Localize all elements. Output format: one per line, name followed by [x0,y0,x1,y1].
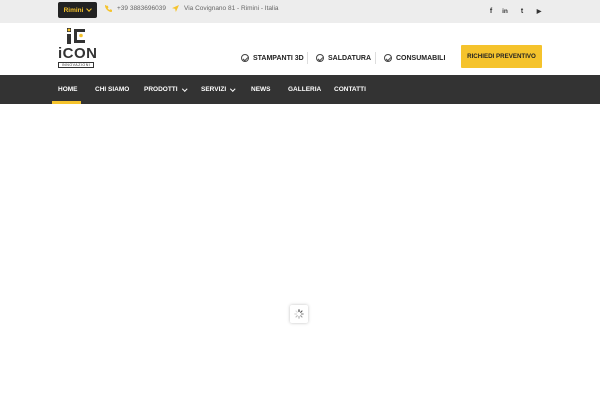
header-link-label: STAMPANTI 3D [253,54,304,62]
facebook-icon[interactable]: f [486,6,496,16]
address-text: Via Covignano 81 - Rimini - Italia [184,5,279,12]
nav-item-home[interactable]: HOME [58,75,78,104]
phone-number: +39 3883696039 [117,5,166,12]
nav-item-label: CHI SIAMO [95,86,130,93]
nav-item-chi-siamo[interactable]: CHI SIAMO [95,75,129,104]
check-circle-icon [316,54,324,62]
nav-active-indicator [52,101,81,104]
header-link-saldatura[interactable]: SALDATURA [316,52,371,64]
chevron-down-icon [181,86,187,91]
nav-item-label: PRODOTTI [144,86,178,93]
header-link-label: SALDATURA [328,54,372,62]
nav-item-label: CONTATTI [334,86,366,93]
logo-text: iCON [58,45,98,62]
address-info: Via Covignano 81 - Rimini - Italia [172,5,279,12]
phone-info[interactable]: +39 3883696039 [105,5,166,12]
request-quote-button[interactable]: RICHIEDI PREVENTIVO [461,45,542,68]
location-arrow-icon [172,5,179,12]
check-circle-icon [241,54,249,62]
nav-item-contatti[interactable]: CONTATTI [334,75,366,104]
header-link-consumabili[interactable]: CONSUMABILI [384,52,445,64]
chevron-down-icon [230,86,236,91]
top-bar: Rimini +39 3883696039 Via Covignano 81 -… [0,0,600,23]
city-selector-label: Rimini [63,6,84,14]
logo[interactable]: iCON INNOVAZIONI [58,28,98,72]
logo-subtext: INNOVAZIONI [58,62,94,68]
nav-item-prodotti[interactable]: PRODOTTI [144,75,187,104]
chevron-down-icon [86,6,93,12]
nav-item-label: NEWS [251,86,271,93]
nav-item-label: SERVIZI [201,86,227,93]
check-circle-icon [384,54,392,62]
main-nav: HOME CHI SIAMO PRODOTTI SERVIZI NEWS GAL… [0,75,600,104]
youtube-icon[interactable]: ▶ [534,6,544,16]
nav-item-news[interactable]: NEWS [251,75,271,104]
nav-item-label: GALLERIA [288,86,322,93]
header-divider [375,52,376,64]
logo-mark-icon [67,28,85,44]
city-selector-button[interactable]: Rimini [58,2,97,18]
nav-item-galleria[interactable]: GALLERIA [288,75,321,104]
header-divider [307,52,308,64]
loading-spinner [290,305,308,323]
twitter-icon[interactable]: t [517,6,527,16]
header-link-label: CONSUMABILI [396,54,446,62]
phone-icon [105,5,112,12]
spinner-icon [294,309,304,319]
nav-item-servizi[interactable]: SERVIZI [201,75,236,104]
linkedin-icon[interactable]: in [500,6,510,16]
header-link-stampanti-3d[interactable]: STAMPANTI 3D [241,52,304,64]
nav-item-label: HOME [58,86,78,93]
